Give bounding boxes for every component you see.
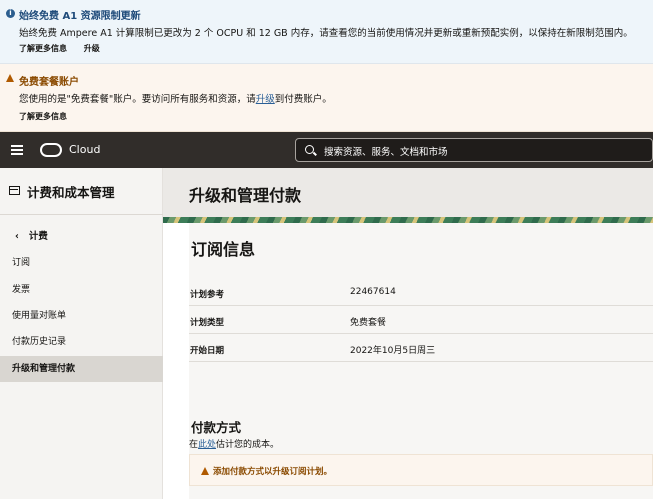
- estimate-cost-link[interactable]: 此处: [198, 440, 216, 450]
- back-to-billing-link[interactable]: ‹ 计费: [15, 228, 48, 242]
- free-tier-learn-more-link[interactable]: 了解更多信息: [19, 111, 67, 122]
- sidebar-item-payment-history[interactable]: 付款历史记录: [0, 329, 163, 355]
- warning-icon: [6, 74, 14, 82]
- payment-method-description: 在此处估计您的成本。: [189, 437, 279, 450]
- info-banner-links: 了解更多信息 升级: [19, 43, 114, 54]
- row-value: 2022年10月5日周三: [350, 346, 436, 356]
- subscription-row-plan-type: 计划类型 免费套餐: [189, 306, 653, 334]
- payment-method-title: 付款方式: [191, 420, 242, 435]
- top-navbar: Cloud 搜索资源、服务、文档和市场: [0, 132, 653, 168]
- main-content: 升级和管理付款 订阅信息 计划参考 22467614 计划类型 免费套餐 开始日…: [163, 168, 653, 499]
- row-key: 开始日期: [190, 346, 225, 356]
- info-banner: i 始终免费 A1 资源限制更新 始终免费 Ampere A1 计算限制已更改为…: [0, 0, 653, 64]
- subscription-row-start-date: 开始日期 2022年10月5日周三: [189, 334, 653, 362]
- warning-icon: [201, 467, 209, 475]
- sidebar-item-usage-statements[interactable]: 使用量对账单: [0, 303, 163, 329]
- row-key: 计划类型: [190, 318, 225, 328]
- sidebar-title: 计费和成本管理: [27, 185, 115, 200]
- sidebar-header: 计费和成本管理: [0, 168, 163, 215]
- row-value: 免费套餐: [350, 318, 387, 328]
- add-payment-warning: 添加付款方式以升级订阅计划。: [189, 454, 653, 486]
- free-tier-banner-title: 免费套餐账户: [19, 77, 79, 88]
- subscription-card: 订阅信息 计划参考 22467614 计划类型 免费套餐 开始日期 2022年1…: [189, 223, 653, 499]
- row-value: 22467614: [350, 287, 396, 297]
- free-tier-message-text: 您使用的是"免费套餐"账户。要访问所有服务和资源，请: [19, 94, 256, 105]
- billing-icon: [9, 186, 20, 195]
- free-tier-message-text-end: 到付费账户。: [274, 94, 332, 105]
- sidebar-item-subscriptions[interactable]: 订阅: [0, 250, 163, 276]
- search-icon: [305, 145, 314, 154]
- page-header: 升级和管理付款: [163, 168, 653, 217]
- info-upgrade-link[interactable]: 升级: [84, 44, 100, 53]
- info-icon: i: [6, 9, 15, 18]
- hamburger-menu-icon[interactable]: [11, 145, 23, 155]
- payment-desc-text: 在: [189, 440, 199, 450]
- oracle-logo-icon[interactable]: [40, 143, 62, 157]
- sidebar-item-upgrade-manage-payment[interactable]: 升级和管理付款: [0, 356, 163, 382]
- free-tier-banner-message: 您使用的是"免费套餐"账户。要访问所有服务和资源，请升级到付费账户。: [19, 91, 332, 105]
- page-title: 升级和管理付款: [189, 186, 302, 205]
- row-key: 计划参考: [190, 290, 225, 300]
- search-placeholder: 搜索资源、服务、文档和市场: [324, 147, 448, 158]
- payment-desc-text-end: 估计您的成本。: [216, 440, 280, 450]
- add-payment-warning-text: 添加付款方式以升级订阅计划。: [213, 467, 333, 477]
- search-input[interactable]: 搜索资源、服务、文档和市场: [295, 138, 653, 162]
- chevron-left-icon: ‹: [15, 231, 19, 242]
- sidebar: 计费和成本管理 ‹ 计费 订阅 发票 使用量对账单 付款历史记录 升级和管理付款: [0, 168, 163, 499]
- info-banner-message: 始终免费 Ampere A1 计算限制已更改为 2 个 OCPU 和 12 GB…: [19, 28, 633, 39]
- subscription-info-title: 订阅信息: [191, 240, 256, 259]
- info-learn-more-link[interactable]: 了解更多信息: [19, 44, 67, 53]
- back-label: 计费: [28, 231, 48, 242]
- subscription-row-plan-reference: 计划参考 22467614: [189, 278, 653, 306]
- free-tier-banner: 免费套餐账户 您使用的是"免费套餐"账户。要访问所有服务和资源，请升级到付费账户…: [0, 64, 653, 132]
- brand-label[interactable]: Cloud: [69, 143, 100, 156]
- upgrade-link[interactable]: 升级: [256, 94, 275, 105]
- sidebar-item-invoices[interactable]: 发票: [0, 277, 163, 303]
- info-banner-title: 始终免费 A1 资源限制更新: [19, 11, 141, 22]
